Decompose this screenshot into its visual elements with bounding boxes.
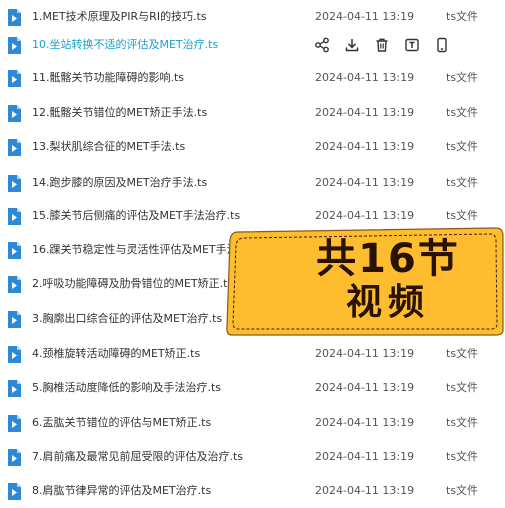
rename-icon[interactable] (404, 37, 420, 53)
file-date: 2024-04-11 13:19 (315, 71, 415, 84)
video-file-icon (7, 276, 21, 293)
file-type: ts文件 (446, 140, 479, 153)
file-name[interactable]: 5.胸椎活动度降低的影响及手法治疗.ts (32, 381, 221, 395)
promo-banner: 共16节 视频 (224, 226, 504, 336)
promo-title: 共16节 (316, 236, 460, 282)
file-name[interactable]: 8.肩肱节律异常的评估及MET治疗.ts (32, 484, 211, 498)
file-type: ts文件 (446, 106, 479, 119)
file-type: ts文件 (446, 10, 479, 23)
file-name[interactable]: 2.呼吸功能障碍及肋骨错位的MET矫正.ts (32, 277, 233, 291)
file-type: ts文件 (446, 416, 479, 429)
file-date: 2024-04-11 13:19 (315, 209, 415, 222)
file-type: ts文件 (446, 381, 479, 394)
video-file-icon (7, 37, 21, 54)
file-row[interactable]: 12.骶髂关节错位的MET矫正手法.ts 2024-04-11 13:19 ts文件 (0, 96, 505, 130)
file-date: 2024-04-11 13:19 (315, 347, 415, 360)
open-on-phone-icon[interactable] (434, 37, 450, 53)
file-row[interactable]: 8.肩肱节律异常的评估及MET治疗.ts 2024-04-11 13:19 ts文件 (0, 474, 505, 508)
video-file-icon (7, 380, 21, 397)
file-type: ts文件 (446, 209, 479, 222)
file-row[interactable]: 5.胸椎活动度降低的影响及手法治疗.ts 2024-04-11 13:19 ts文件 (0, 371, 505, 405)
file-name[interactable]: 11.骶髂关节功能障碍的影响.ts (32, 71, 184, 85)
file-name[interactable]: 13.梨状肌综合征的MET手法.ts (32, 140, 185, 154)
video-file-icon (7, 208, 21, 225)
file-row[interactable]: 14.跑步膝的原因及MET治疗手法.ts 2024-04-11 13:19 ts文件 (0, 166, 505, 200)
file-name[interactable]: 12.骶髂关节错位的MET矫正手法.ts (32, 106, 207, 120)
file-type: ts文件 (446, 71, 479, 84)
video-file-icon (7, 70, 21, 87)
delete-icon[interactable] (374, 37, 390, 53)
file-row[interactable]: 7.肩前痛及最常见前屈受限的评估及治疗.ts 2024-04-11 13:19 ts… (0, 440, 505, 474)
promo-subtitle: 视频 (345, 282, 430, 323)
file-name[interactable]: 16.踝关节稳定性与灵活性评估及MET手法 (32, 243, 238, 257)
video-file-icon (7, 175, 21, 192)
row-actions (314, 37, 454, 54)
file-type: ts文件 (446, 176, 479, 189)
file-date: 2024-04-11 13:19 (315, 450, 415, 463)
file-name[interactable]: 1.MET技术原理及PIR与RI的技巧.ts (32, 10, 207, 24)
video-file-icon (7, 415, 21, 432)
video-file-icon (7, 311, 21, 328)
file-type: ts文件 (446, 484, 479, 497)
file-row[interactable]: 11.骶髂关节功能障碍的影响.ts 2024-04-11 13:19 ts文件 (0, 61, 505, 95)
file-date: 2024-04-11 13:19 (315, 140, 415, 153)
video-file-icon (7, 105, 21, 122)
video-file-icon (7, 483, 21, 500)
file-name[interactable]: 6.盂肱关节错位的评估与MET矫正.ts (32, 416, 211, 430)
file-row[interactable]: 13.梨状肌综合征的MET手法.ts 2024-04-11 13:19 ts文件 (0, 130, 505, 164)
video-file-icon (7, 346, 21, 363)
file-date: 2024-04-11 13:19 (315, 381, 415, 394)
file-row[interactable]: 10.坐站转换不适的评估及MET治疗.ts (0, 28, 505, 62)
file-type: ts文件 (446, 450, 479, 463)
file-name[interactable]: 7.肩前痛及最常见前屈受限的评估及治疗.ts (32, 450, 243, 464)
video-file-icon (7, 9, 21, 26)
video-file-icon (7, 449, 21, 466)
file-name[interactable]: 14.跑步膝的原因及MET治疗手法.ts (32, 176, 207, 190)
download-icon[interactable] (344, 37, 360, 53)
video-file-icon (7, 139, 21, 156)
file-name[interactable]: 15.膝关节后侧痛的评估及MET手法治疗.ts (32, 209, 240, 223)
file-row[interactable]: 6.盂肱关节错位的评估与MET矫正.ts 2024-04-11 13:19 ts文件 (0, 406, 505, 440)
file-name[interactable]: 3.胸廓出口综合征的评估及MET治疗.ts (32, 312, 222, 326)
file-row[interactable]: 4.颈椎旋转活动障碍的MET矫正.ts 2024-04-11 13:19 ts文件 (0, 337, 505, 371)
file-type: ts文件 (446, 347, 479, 360)
file-date: 2024-04-11 13:19 (315, 10, 415, 23)
file-date: 2024-04-11 13:19 (315, 484, 415, 497)
share-icon[interactable] (314, 37, 330, 53)
file-date: 2024-04-11 13:19 (315, 416, 415, 429)
file-name[interactable]: 10.坐站转换不适的评估及MET治疗.ts (32, 38, 218, 52)
file-date: 2024-04-11 13:19 (315, 106, 415, 119)
file-name[interactable]: 4.颈椎旋转活动障碍的MET矫正.ts (32, 347, 200, 361)
file-date: 2024-04-11 13:19 (315, 176, 415, 189)
video-file-icon (7, 242, 21, 259)
